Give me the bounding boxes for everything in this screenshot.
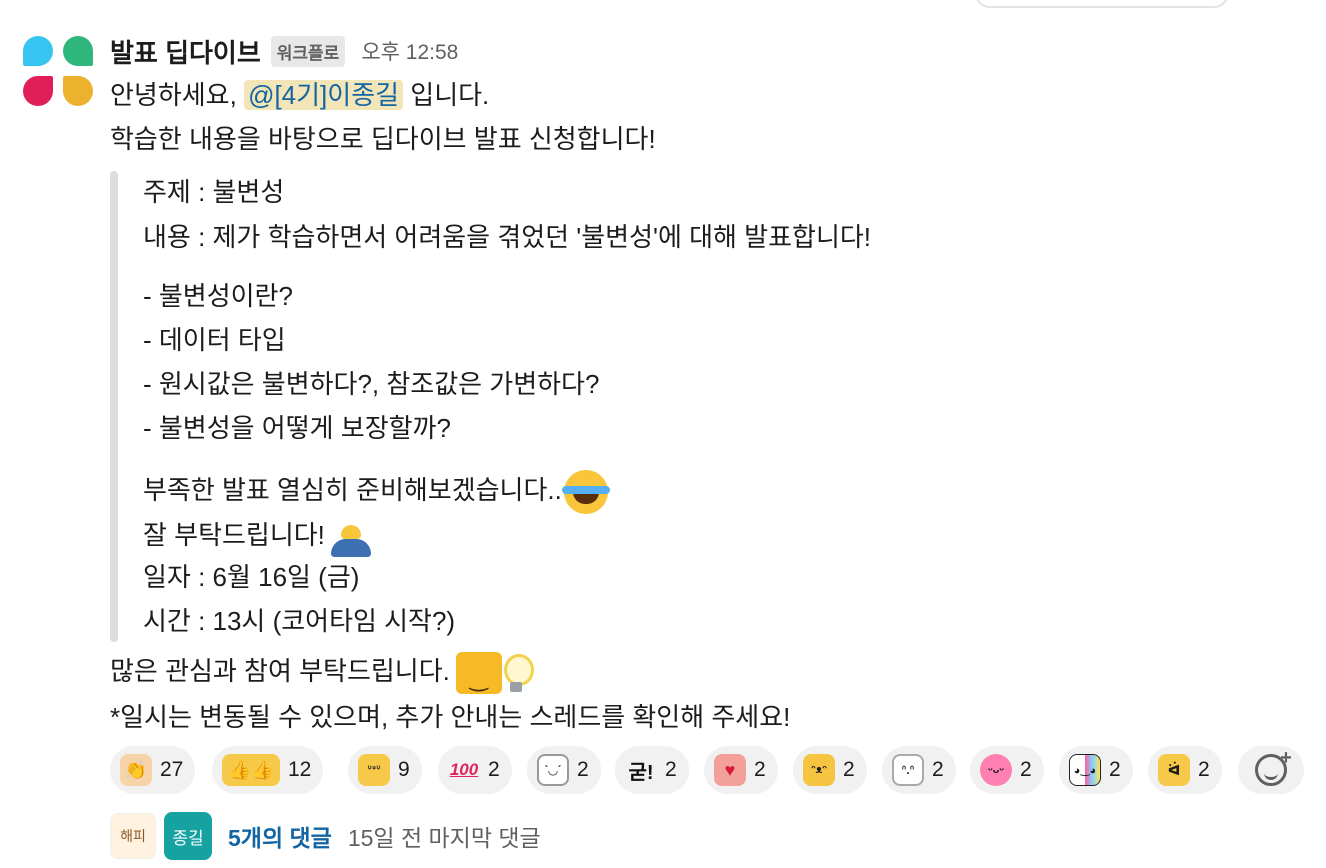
- pink-blob-icon: ᵕᴗᵕ: [980, 754, 1012, 786]
- add-reaction-button[interactable]: +: [1238, 746, 1304, 794]
- thread-replies-link[interactable]: 5개의 댓글: [228, 819, 332, 853]
- user-mention[interactable]: @[4기]이종길: [244, 80, 404, 110]
- reaction-count: 2: [1109, 758, 1121, 781]
- intro-line: 학습한 내용을 바탕으로 딥다이브 발표 신청합니다!: [110, 124, 656, 154]
- quote-bullet: - 원시값은 불변하다?, 참조값은 가변하다?: [143, 369, 600, 399]
- app-avatar[interactable]: [23, 36, 95, 108]
- hundred-icon: 100: [449, 760, 479, 779]
- reaction-heart-hug[interactable]: ♥ 2: [704, 746, 778, 794]
- pray-icon: ᐢ.ᐢ: [892, 754, 924, 786]
- closing-line: 많은 관심과 참여 부탁드립니다.: [110, 652, 534, 696]
- reaction-pink-blob[interactable]: ᵕᴗᵕ 2: [970, 746, 1044, 794]
- search-field-edge[interactable]: [975, 0, 1229, 8]
- reaction-thumbsup[interactable]: 👍👍 12: [212, 746, 324, 794]
- plus-icon: +: [1280, 746, 1292, 769]
- quote-content: 내용 : 제가 학습하면서 어려움을 겪었던 '불변성'에 대해 발표합니다!: [143, 222, 872, 252]
- message-timestamp[interactable]: 오후 12:58: [361, 36, 458, 66]
- reaction-panda-rainbow[interactable]: ◕‿◕ 2: [1059, 746, 1133, 794]
- reaction-count: 2: [843, 758, 855, 781]
- reaction-korean-text[interactable]: 굳! 2: [615, 746, 689, 794]
- message-header: 발표 딥다이브 워크플로 오후 12:58: [110, 34, 458, 68]
- bowing-person-icon: [329, 515, 373, 559]
- note-line: *일시는 변동될 수 있으며, 추가 안내는 스레드를 확인해 주세요!: [110, 702, 791, 732]
- korean-text-icon: 굳!: [628, 761, 654, 784]
- quote-date: 일자 : 6월 16일 (금): [143, 562, 360, 592]
- reaction-count: 9: [398, 758, 410, 781]
- reaction-clap[interactable]: 👏 27: [110, 746, 196, 794]
- joy-emoji-icon: [561, 470, 610, 514]
- quote-thanks: 잘 부탁드립니다!: [143, 519, 325, 550]
- quote-thanks-line: 잘 부탁드립니다!: [143, 515, 373, 559]
- reaction-pray[interactable]: ᐢ.ᐢ 2: [882, 746, 956, 794]
- thread-participant-avatar[interactable]: 해피: [110, 813, 156, 859]
- heart-hug-icon: ♥: [714, 754, 746, 786]
- clap-icon: 👏: [120, 754, 152, 786]
- avatar-shape-green: [63, 36, 93, 66]
- thread-summary[interactable]: 해피 종길 5개의 댓글 15일 전 마지막 댓글: [110, 810, 541, 862]
- quote-prepare-line: 부족한 발표 열심히 준비해보겠습니다..: [143, 470, 610, 514]
- tiger-icon: ᵔᴥᵔ: [803, 754, 835, 786]
- quote-bullet: - 불변성을 어떻게 보장할까?: [143, 413, 451, 443]
- reaction-count: 2: [1020, 758, 1032, 781]
- thumbsup-icon: 👍👍: [222, 754, 280, 786]
- quote-topic: 주제 : 불변성: [143, 177, 285, 207]
- workflow-badge: 워크플로: [270, 35, 346, 67]
- reaction-cat-angry[interactable]: ᐡᐤᐡ 9: [348, 746, 422, 794]
- sender-name[interactable]: 발표 딥다이브: [110, 33, 261, 70]
- quote-time: 시간 : 13시 (코어타임 시작?): [143, 606, 456, 636]
- lightbulb-icon: [502, 652, 534, 694]
- panda-rainbow-icon: ◕‿◕: [1069, 754, 1101, 786]
- avatar-shape-red: [23, 76, 53, 106]
- reaction-tiger[interactable]: ᵔᴥᵔ 2: [793, 746, 867, 794]
- cat-angry-icon: ᐡᐤᐡ: [358, 754, 390, 786]
- ghost-duck-icon: ˋ◡ˊ: [537, 754, 569, 786]
- quote-bullet: - 불변성이란?: [143, 281, 293, 311]
- reaction-count: 2: [1198, 758, 1210, 781]
- closing-text: 많은 관심과 참여 부탁드립니다.: [110, 655, 450, 686]
- reaction-count: 2: [665, 758, 677, 781]
- reaction-ghost-duck[interactable]: ˋ◡ˊ 2: [527, 746, 601, 794]
- thread-last-reply: 15일 전 마지막 댓글: [347, 825, 541, 851]
- quote-bullet: - 데이터 타입: [143, 325, 286, 355]
- reaction-count: 2: [577, 758, 589, 781]
- reaction-count: 12: [288, 758, 312, 781]
- reaction-count: 2: [488, 758, 500, 781]
- avatar-shape-yellow: [63, 76, 93, 106]
- reaction-yellow-cat[interactable]: ᐛ 2: [1148, 746, 1222, 794]
- reaction-count: 2: [932, 758, 944, 781]
- greeting-line: 안녕하세요, @[4기]이종길 입니다.: [110, 78, 489, 112]
- thread-participant-avatar[interactable]: 종길: [164, 812, 212, 860]
- avatar-shape-blue: [23, 36, 53, 66]
- reaction-count: 27: [160, 758, 184, 781]
- reaction-hundred[interactable]: 100 2: [438, 746, 512, 794]
- quote-prepare: 부족한 발표 열심히 준비해보겠습니다..: [143, 474, 562, 505]
- reaction-count: 2: [754, 758, 766, 781]
- yellow-cat-icon: ᐛ: [1158, 754, 1190, 786]
- greeting-post: 입니다.: [403, 80, 490, 110]
- cat-emoji-icon: [455, 652, 502, 696]
- greeting-pre: 안녕하세요,: [110, 80, 245, 110]
- quote-bar: [110, 171, 118, 642]
